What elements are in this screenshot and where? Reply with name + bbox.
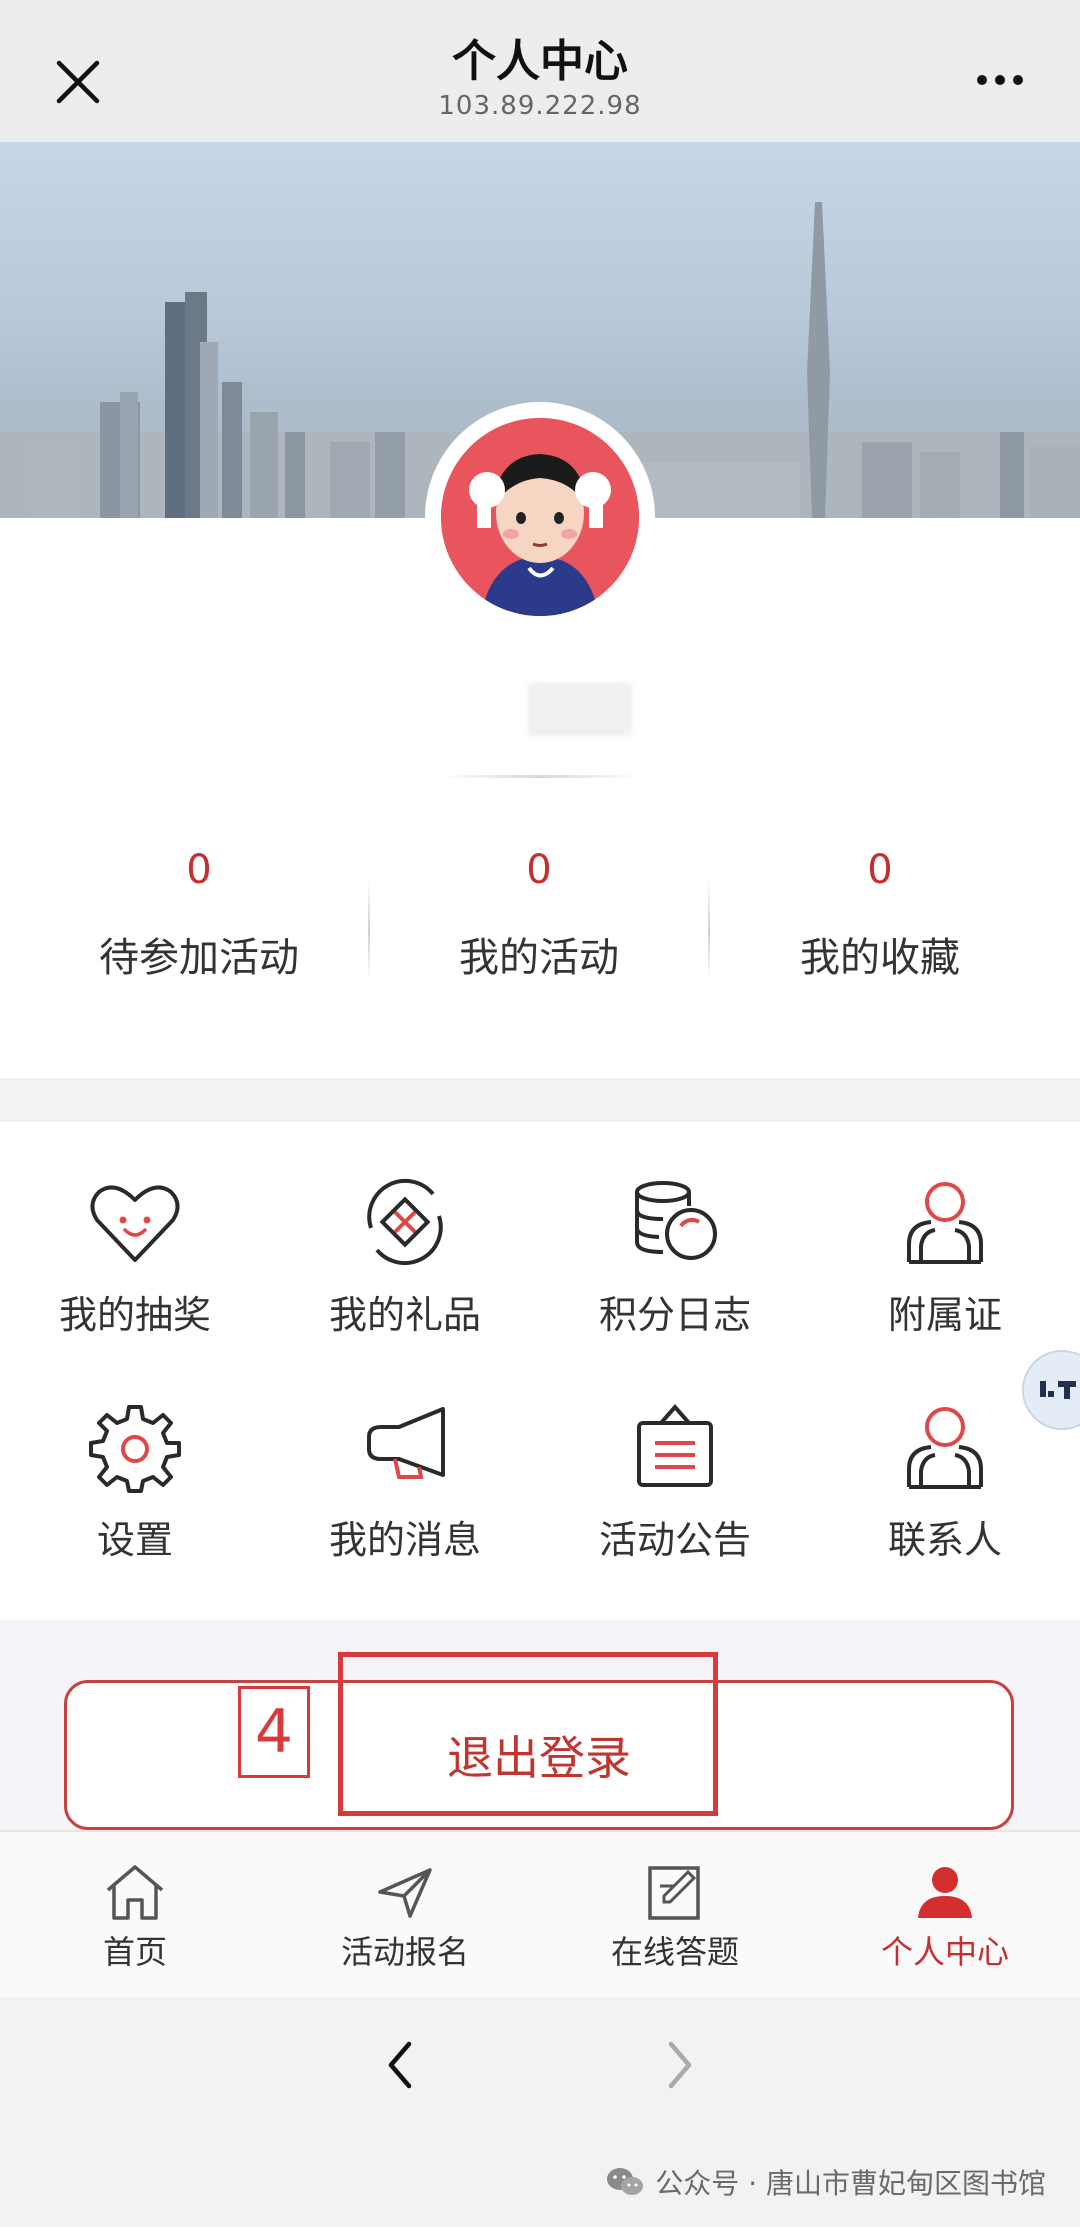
grid-item-settings[interactable]: 设置 [0, 1397, 270, 1565]
grid-item-points-log[interactable]: 积分日志 [540, 1172, 810, 1340]
stat-my-favorites[interactable]: 0 我的收藏 [680, 840, 1080, 1010]
stat-pending-activities[interactable]: 0 待参加活动 [0, 840, 398, 1010]
avatar[interactable] [425, 402, 655, 632]
heart-icon [90, 1185, 180, 1262]
stat-my-activities[interactable]: 0 我的活动 [398, 840, 680, 1010]
grid-item-label: 我的消息 [328, 1518, 481, 1562]
tab-label: 活动报名 [340, 1933, 469, 1971]
back-button[interactable] [370, 2030, 430, 2100]
tab-label: 首页 [102, 1933, 167, 1971]
feature-grid: 我的抽奖 我的礼品 积分日志 附属证 设置 我的消息 活动公告 联系人 [0, 1122, 1080, 1620]
stats-row: 0 待参加活动 0 我的活动 0 我的收藏 [0, 840, 1080, 1010]
home-icon [106, 1865, 164, 1920]
grid-item-announcements[interactable]: 活动公告 [540, 1397, 810, 1565]
grid-item-label: 设置 [96, 1518, 173, 1562]
grid-item-label: 活动公告 [598, 1518, 751, 1562]
tab-home[interactable]: 首页 [0, 1832, 270, 1998]
stat-label: 我的活动 [459, 935, 619, 981]
cartoon-avatar-icon [441, 418, 639, 616]
grid-item-lottery[interactable]: 我的抽奖 [0, 1172, 270, 1340]
grid-item-label: 附属证 [887, 1293, 1002, 1337]
stat-label: 待参加活动 [99, 935, 299, 981]
username-underline [440, 775, 640, 778]
stat-divider [368, 880, 370, 980]
floating-assist-icon [1040, 1381, 1076, 1399]
grid-item-label: 我的礼品 [328, 1293, 481, 1337]
more-options-button[interactable] [960, 50, 1040, 110]
watermark-text: 公众号 · 唐山市曹妃甸区图书馆 [655, 2167, 1046, 2200]
tab-activity-signup[interactable]: 活动报名 [270, 1832, 540, 1998]
bottom-tab-bar: 首页 活动报名 在线答题 个人中心 [0, 1830, 1080, 1998]
more-dots-icon [977, 75, 987, 85]
tab-online-quiz[interactable]: 在线答题 [540, 1832, 810, 1998]
person-icon [907, 1407, 983, 1489]
navigation-arrow-icon [378, 1868, 432, 1918]
tab-label: 个人中心 [880, 1933, 1009, 1971]
annotation-step-number: 4 [238, 1686, 310, 1778]
stat-value: 0 [186, 847, 212, 893]
tab-personal-center[interactable]: 个人中心 [810, 1832, 1080, 1998]
watermark: 公众号 · 唐山市曹妃甸区图书馆 [605, 2160, 1046, 2204]
stat-value: 0 [526, 847, 552, 893]
notice-board-icon [637, 1403, 713, 1487]
user-icon [918, 1867, 972, 1918]
person-icon [907, 1182, 983, 1264]
grid-item-label: 联系人 [887, 1518, 1002, 1562]
gift-icon [367, 1178, 443, 1266]
megaphone-icon [367, 1407, 445, 1479]
stat-value: 0 [867, 847, 893, 893]
forward-button[interactable] [650, 2030, 710, 2100]
gear-icon [89, 1405, 181, 1493]
grid-item-affiliated-card[interactable]: 附属证 [810, 1172, 1080, 1340]
edit-square-icon [648, 1866, 700, 1920]
wechat-icon [607, 2168, 644, 2195]
stat-label: 我的收藏 [800, 935, 960, 981]
top-nav-bar: 个人中心 103.89.222.98 [0, 0, 1080, 142]
chevron-right-icon [668, 2041, 692, 2089]
grid-item-gifts[interactable]: 我的礼品 [270, 1172, 540, 1340]
chevron-left-icon [388, 2041, 412, 2089]
grid-item-label: 我的抽奖 [58, 1293, 211, 1337]
annotation-highlight-box [338, 1652, 718, 1816]
stat-divider [708, 880, 710, 980]
page-subtitle-ip: 103.89.222.98 [438, 91, 642, 121]
username-obscured [528, 682, 632, 736]
tab-label: 在线答题 [610, 1933, 739, 1971]
page-title: 个人中心 [452, 36, 628, 87]
coins-icon [635, 1181, 717, 1260]
grid-item-messages[interactable]: 我的消息 [270, 1397, 540, 1565]
grid-item-label: 积分日志 [598, 1293, 751, 1337]
